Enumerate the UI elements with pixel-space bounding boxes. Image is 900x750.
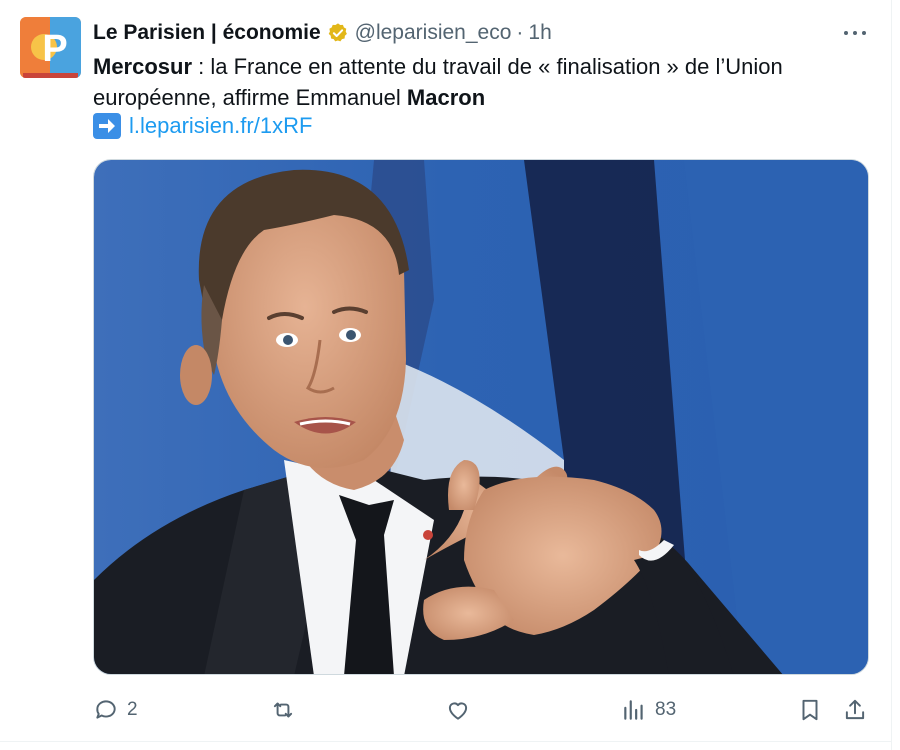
- text-bold-macron: Macron: [406, 85, 486, 110]
- bookmark-button[interactable]: [797, 690, 823, 730]
- tweet-photo[interactable]: [93, 159, 869, 675]
- views-icon: [624, 700, 643, 720]
- retweet-button[interactable]: [270, 690, 304, 730]
- more-icon[interactable]: [842, 23, 868, 43]
- verified-badge-icon[interactable]: [327, 22, 349, 44]
- avatar[interactable]: P: [20, 17, 81, 78]
- like-button[interactable]: [445, 690, 479, 730]
- share-button[interactable]: [842, 690, 868, 730]
- right-arrow-emoji-icon: [93, 113, 121, 139]
- link-line: l.leparisien.fr/1xRF: [93, 111, 312, 141]
- article-link[interactable]: l.leparisien.fr/1xRF: [129, 113, 312, 139]
- card-divider-bottom: [0, 741, 892, 742]
- tweet-card[interactable]: P Le Parisien | économie @leparisien_eco…: [0, 0, 900, 750]
- text-bold-mercosur: Mercosur: [93, 54, 193, 79]
- reply-count: 2: [127, 699, 138, 720]
- tweet-header: Le Parisien | économie @leparisien_eco ·…: [93, 19, 552, 47]
- reply-icon: [96, 700, 116, 719]
- photo-illustration: [94, 160, 868, 674]
- le-parisien-logo: P: [20, 17, 81, 78]
- share-icon: [845, 699, 865, 720]
- handle[interactable]: @leparisien_eco: [355, 19, 512, 47]
- display-name[interactable]: Le Parisien | économie: [93, 19, 321, 47]
- card-divider-right: [891, 0, 892, 750]
- timestamp[interactable]: 1h: [528, 19, 551, 47]
- tweet-text: Mercosur : la France en attente du trava…: [93, 51, 853, 113]
- views-count: 83: [655, 699, 677, 720]
- action-bar: 2 83: [0, 690, 900, 730]
- views-button[interactable]: 83: [621, 690, 676, 730]
- reply-button[interactable]: 2: [93, 690, 138, 730]
- retweet-icon: [273, 702, 293, 718]
- heart-icon: [448, 702, 468, 720]
- separator-dot: ·: [516, 21, 524, 44]
- svg-text:P: P: [42, 28, 67, 70]
- bookmark-icon: [802, 699, 818, 721]
